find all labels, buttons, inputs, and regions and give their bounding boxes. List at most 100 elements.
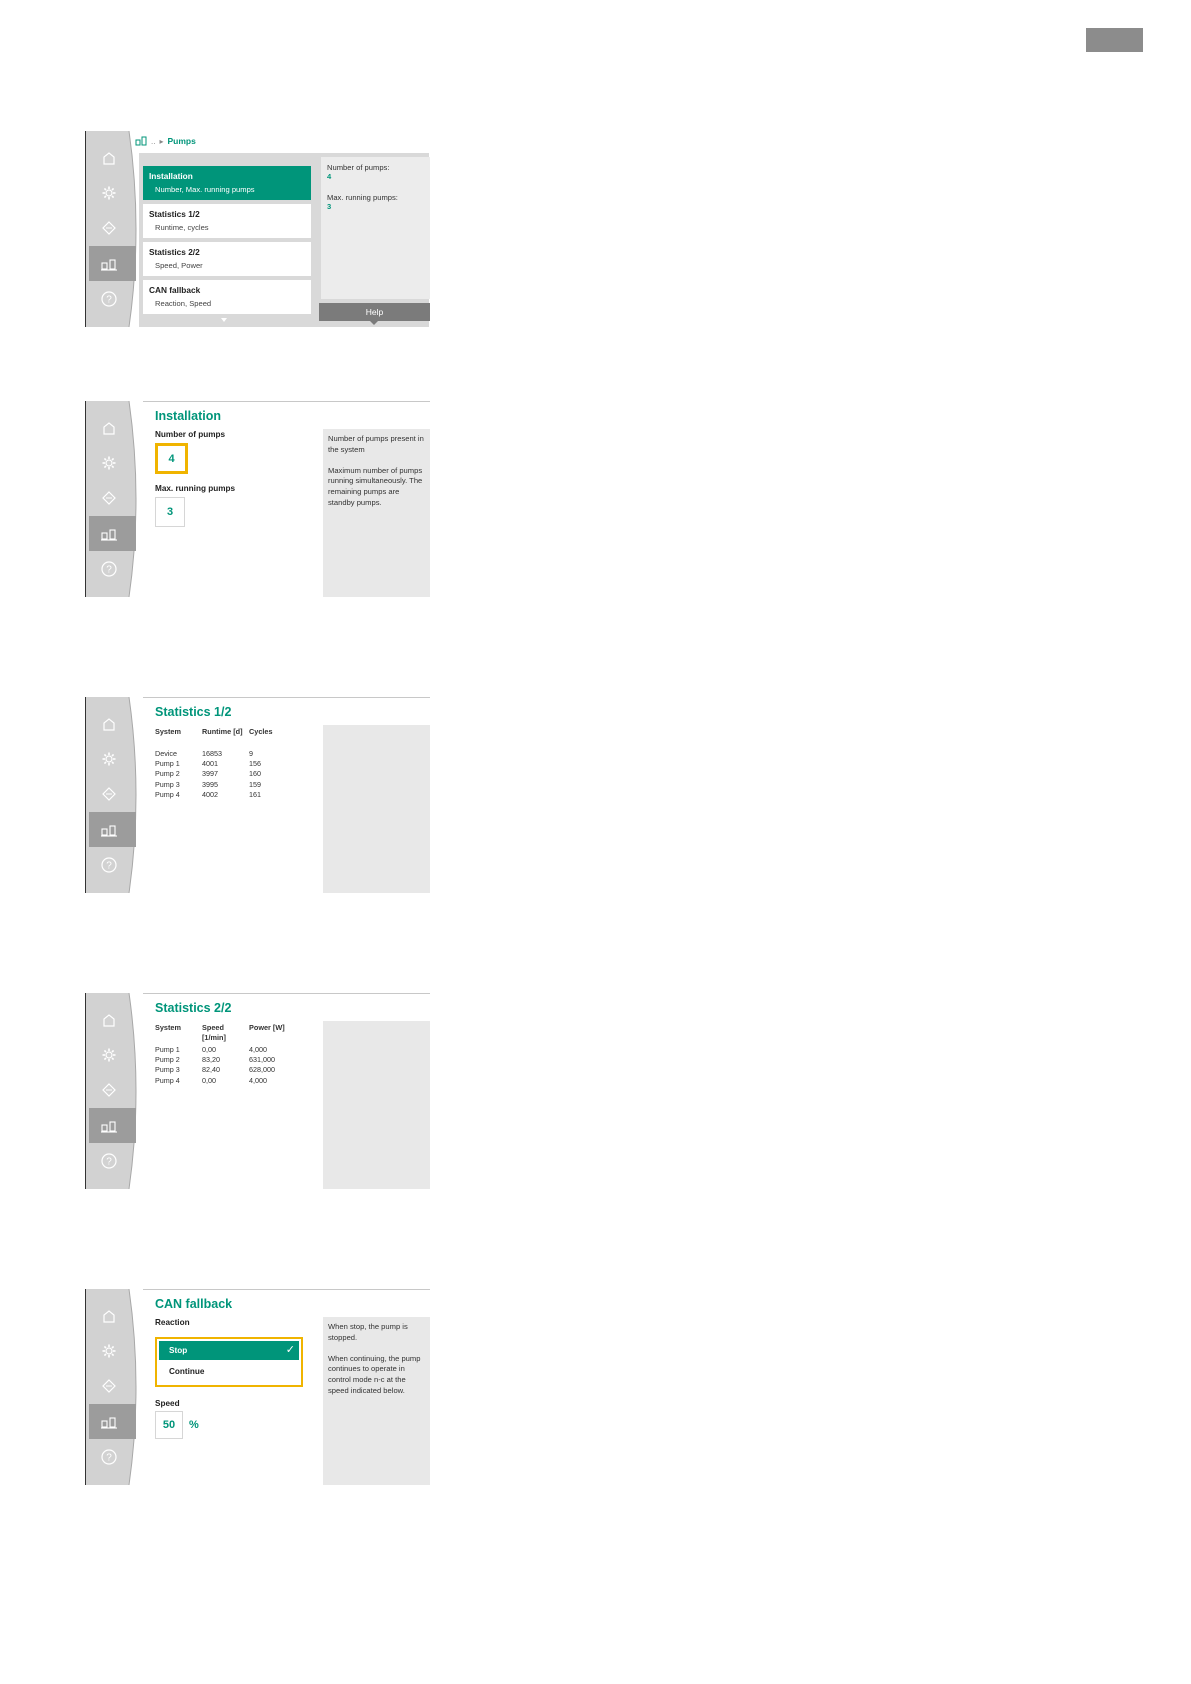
home-icon[interactable] [89,410,129,445]
table-cell: Pump 3 [155,1065,180,1075]
help-paragraph: When stop, the pump is stopped. [328,1322,408,1342]
table-cell: 628,000 [249,1065,275,1075]
divider [143,993,430,994]
home-icon[interactable] [89,140,129,175]
menu-item-statistics-1[interactable]: Statistics 1/2 Runtime, cycles [143,204,311,238]
table-cell: Pump 4 [155,1075,180,1085]
help-notch [369,320,379,325]
system-pumps-icon[interactable] [89,1108,129,1143]
gear-icon[interactable] [89,741,129,776]
option-label: Continue [169,1367,205,1376]
table-cell: 4001 [202,759,218,769]
menu-item-subtitle: Number, Max. running pumps [155,185,255,194]
menu-item-can-fallback[interactable]: CAN fallback Reaction, Speed [143,280,311,314]
nav-sidebar: ? [85,1289,142,1485]
screen-installation: ? Installation Number of pumps 4 Max. ru… [85,401,430,597]
system-pumps-icon[interactable] [89,516,129,551]
diagnostics-icon[interactable] [89,210,129,245]
option-stop[interactable]: Stop ✓ [159,1341,299,1360]
field-label: Reaction [155,1318,190,1327]
breadcrumb-current: Pumps [167,136,196,146]
speed-unit: % [189,1419,199,1431]
table-cell: 0,00 [202,1045,216,1054]
menu-item-title: Statistics 2/2 [149,247,200,257]
chevron-right-icon: ▸ [159,136,164,146]
home-icon[interactable] [89,1298,129,1333]
diagnostics-icon[interactable] [89,776,129,811]
screen-statistics-2: ? Statistics 2/2 System Speed [1/min] Powe… [85,993,430,1189]
table-cell: 159 [249,779,261,789]
breadcrumb-ellipsis[interactable]: .. [151,137,155,146]
table-cell: Pump 3 [155,779,180,789]
divider [143,401,430,402]
screen-statistics-1: ? Statistics 1/2 System Runtime [d] Cycles… [85,697,430,893]
menu-item-statistics-2[interactable]: Statistics 2/2 Speed, Power [143,242,311,276]
table-cell: 82,40 [202,1065,220,1075]
diagnostics-icon[interactable] [89,480,129,515]
menu-item-title: CAN fallback [149,285,201,295]
gear-icon[interactable] [89,175,129,210]
info-label: Number of pumps: [327,163,390,172]
help-paragraph: Maximum number of pumps running simultan… [328,465,423,507]
menu-item-installation[interactable]: Installation Number, Max. running pumps [143,166,311,200]
svg-text:?: ? [106,564,112,575]
menu-item-title: Statistics 1/2 [149,209,200,219]
help-icon[interactable]: ? [89,1143,129,1178]
scroll-down-icon[interactable] [221,318,227,322]
home-icon[interactable] [89,1002,129,1037]
system-pumps-icon[interactable] [135,136,147,146]
column-header: Cycles [249,727,273,736]
breadcrumb: .. ▸ Pumps [135,136,196,146]
system-pumps-icon[interactable] [89,812,129,847]
screen-pumps-menu: ? .. ▸ Pumps Installation Number, Max. r… [85,131,430,327]
page-title: Statistics 2/2 [155,1001,232,1015]
table-cell: 83,20 [202,1055,220,1065]
table-cell: 156 [249,759,261,769]
page-title: CAN fallback [155,1297,233,1311]
help-icon[interactable]: ? [89,1439,129,1474]
divider [143,1289,430,1290]
table-cell: 4,000 [249,1045,267,1054]
help-panel [323,1021,430,1189]
help-button[interactable]: Help [319,303,430,321]
max-running-pumps-field[interactable]: 3 [155,497,185,527]
nav-sidebar: ? [85,401,142,597]
nav-sidebar: ? [85,131,142,327]
option-continue[interactable]: Continue [159,1362,299,1381]
column-header: Power [W] [249,1023,285,1032]
info-value: 4 [327,172,332,181]
system-pumps-icon[interactable] [89,1404,129,1439]
option-label: Stop [169,1346,188,1355]
reaction-select[interactable]: Stop ✓ Continue [155,1337,303,1387]
help-icon[interactable]: ? [89,551,129,586]
table-cell: Pump 1 [155,759,180,769]
gear-icon[interactable] [89,1037,129,1072]
table-cell: 4,000 [249,1075,267,1085]
diagnostics-icon[interactable] [89,1368,129,1403]
menu-item-title: Installation [149,171,193,181]
menu-item-subtitle: Runtime, cycles [155,223,209,232]
system-pumps-icon[interactable] [89,246,129,281]
page-title: Installation [155,409,221,423]
number-of-pumps-field[interactable]: 4 [155,443,188,474]
help-paragraph: Number of pumps present in the system [328,434,424,454]
table-cell: 0,00 [202,1075,216,1085]
table-cell: Pump 1 [155,1045,180,1054]
help-icon[interactable]: ? [89,281,129,316]
menu-item-subtitle: Speed, Power [155,261,203,270]
column-header: Speed [1/min] [202,1023,226,1042]
svg-text:?: ? [106,1452,112,1463]
home-icon[interactable] [89,706,129,741]
help-icon[interactable]: ? [89,847,129,882]
svg-text:?: ? [106,1156,112,1167]
page-tag [1086,28,1143,52]
svg-text:?: ? [106,294,112,305]
gear-icon[interactable] [89,1333,129,1368]
column-header: Runtime [d] [202,727,243,736]
divider [143,697,430,698]
column-header: System [155,1023,181,1032]
column-header: System [155,727,181,736]
gear-icon[interactable] [89,445,129,480]
speed-field[interactable]: 50 [155,1411,183,1439]
diagnostics-icon[interactable] [89,1072,129,1107]
